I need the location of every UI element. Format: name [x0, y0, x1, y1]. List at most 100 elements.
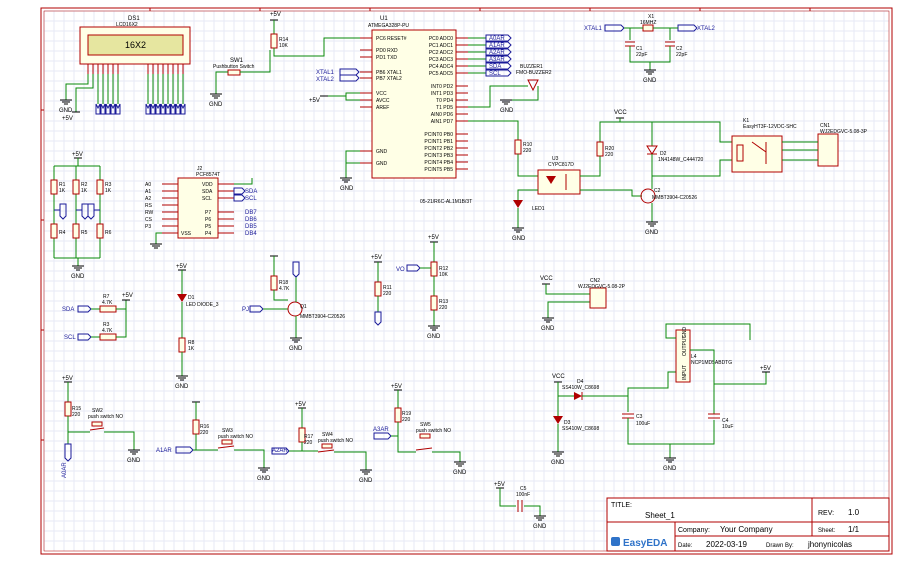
k1-body: [731, 135, 783, 173]
sw3-value: push switch NO: [218, 434, 253, 440]
sw1-gnd-label: GND: [209, 102, 223, 108]
company-value: Your Company: [720, 525, 773, 534]
net-a3ar-u1: A3AR: [489, 57, 505, 63]
c5-5v-label: +5V: [494, 482, 505, 488]
j2-pin-scl: SCL: [202, 196, 212, 202]
u1-5v-label: +5V: [309, 98, 320, 104]
net-vo: VO: [396, 267, 405, 273]
u1-pin-pb2: PCINT2 PB2: [424, 146, 453, 152]
lcd-pins: [87, 64, 184, 74]
sw4-cap: [321, 443, 333, 449]
r13-body: [430, 295, 438, 311]
sw1-gnd-symbol: [209, 93, 223, 99]
q1-ref: Q1: [300, 304, 307, 310]
divider-gnd-label: GND: [71, 274, 85, 280]
u1-pin-pd7: AIN1 PD7: [431, 119, 453, 125]
switch-sw1[interactable]: SW1 Pushbutton Switch GND: [209, 50, 271, 108]
rev-label: REV:: [818, 510, 834, 517]
drawn-label: Drawn By:: [766, 543, 794, 549]
d1-gnd-label: GND: [175, 384, 189, 390]
r3-body: [99, 333, 117, 341]
reg-5v-label: +5V: [760, 366, 771, 372]
sheet-title: Sheet_1: [645, 511, 675, 520]
c3-ref: C3: [636, 414, 643, 420]
cn2-value: WJ2EDGVC-5.08-2P: [578, 284, 626, 290]
sw5-value: push switch NO: [416, 428, 451, 434]
j2-pin-rs: RS: [145, 203, 153, 209]
u1-pin-pc0: PC0 ADC0: [429, 36, 453, 42]
r7-body: [99, 305, 117, 313]
crystal-gnd-label: GND: [643, 78, 657, 84]
r14-5v-label: +5V: [270, 12, 281, 18]
r15-body: [64, 401, 72, 417]
sw2-cap: [91, 421, 103, 427]
j2-pin-a2: A2: [145, 196, 151, 202]
u1-pin-pd0: PD0 RXD: [376, 48, 398, 54]
r16-body: [192, 419, 200, 435]
pushbutton-sw5[interactable]: +5V R19 220 A3AR SW5 push switch NO GND: [373, 384, 467, 476]
schematic-sheet[interactable]: DS1 LCD16X2 16X2 GND +5V SW1 Pushbutton …: [0, 0, 899, 564]
connector-cn2[interactable]: VCC CN2 WJ2EDGVC-5.08-2P GND: [540, 276, 626, 332]
r7-value: 4.7K: [102, 300, 113, 306]
io-expander-j2[interactable]: J2 PCF8574T A0 A1 A2 RS RW CS P3 VSS VDD…: [145, 166, 257, 249]
sw5-wire-left: [397, 436, 416, 453]
sw2-5v-label: +5V: [62, 376, 73, 382]
sw3-cap: [221, 439, 233, 445]
u1-pin-gnd2: GND: [376, 161, 388, 167]
l4-pin-gnd: GND: [682, 327, 688, 339]
u1-pin-pc3: PC3 ADC3: [429, 57, 453, 63]
r12-body: [430, 261, 438, 277]
j2-net-db5: DB5: [245, 224, 257, 230]
sw5-net-flag: [373, 432, 392, 440]
r6-ref: R6: [105, 230, 112, 236]
sw4-5v-label: +5V: [295, 402, 306, 408]
j2-pin-p5: P5: [205, 224, 211, 230]
r8-body: [178, 337, 186, 353]
capacitor-c5[interactable]: +5V C5 100nF GND: [494, 482, 547, 530]
date-label: Date:: [678, 543, 693, 549]
r5-ref: R5: [81, 230, 88, 236]
r3-value: 4.7K: [102, 328, 113, 334]
u1-pin-pd6: AIN0 PD6: [431, 112, 453, 118]
net-a2ar-u1: A2AR: [489, 50, 505, 56]
r13-value: 220: [439, 305, 448, 311]
background-grid: [43, 10, 889, 551]
sw3-gnd-label: GND: [257, 476, 271, 482]
resistor-r14[interactable]: +5V R14 10K: [269, 12, 372, 57]
r10-wire-opto: [517, 154, 538, 177]
mcu-u1[interactable]: U1 ATMEGA328P-PU PC6 RESET# PD0 RXD PD1 …: [309, 16, 512, 192]
u1-pin-pd3: INT1 PD3: [431, 91, 453, 97]
r19-value: 220: [402, 417, 411, 423]
j2-pin-a0: A0: [145, 182, 151, 188]
q2-value: MMBT3904-C20526: [652, 195, 697, 201]
d2-value: 1N4148W_C444720: [658, 157, 704, 163]
sw2-contact: [89, 427, 105, 431]
sw2-wire-left: [67, 416, 90, 433]
r20-value: 220: [605, 152, 614, 158]
r11-value: 220: [383, 291, 392, 297]
j2-value: PCF8574T: [196, 172, 220, 178]
title-block[interactable]: TITLE: Sheet_1 REV: 1.0 Company: Your Co…: [606, 497, 890, 552]
cn2-gnd-label: GND: [541, 326, 555, 332]
j2-pin-p7: P7: [205, 210, 211, 216]
net-xtal2-x1: XTAL2: [697, 26, 716, 32]
pullup-net-scl: SCL: [64, 335, 76, 341]
sheet-label: Sheet:: [818, 528, 836, 534]
company-label: Company:: [678, 527, 710, 534]
u1-pin-pd5: T1 PD5: [436, 105, 453, 111]
net-sda-u1: SDA: [489, 64, 501, 70]
r14-body: [270, 33, 278, 49]
sheet-value: 1/1: [848, 525, 860, 534]
d1-ref: D1: [188, 295, 195, 301]
c5-symbol: [517, 500, 523, 512]
r8-value: 1K: [188, 346, 195, 352]
led1-gnd-label: GND: [512, 236, 526, 242]
title-label: TITLE:: [611, 502, 632, 509]
j2-pin-vss: VSS: [181, 231, 192, 237]
q2-gnd-label: GND: [645, 230, 659, 236]
j2-net-db4: DB4: [245, 231, 257, 237]
pushbutton-sw4[interactable]: +5V R17 220 A2AR SW4 push switch NO GND: [271, 402, 373, 484]
i2c-pullups[interactable]: SDA SCL R7 4.7K R3 4.7K +5V: [62, 293, 133, 341]
r17-value: 220: [304, 440, 313, 446]
reg-input-wire: [582, 371, 676, 397]
